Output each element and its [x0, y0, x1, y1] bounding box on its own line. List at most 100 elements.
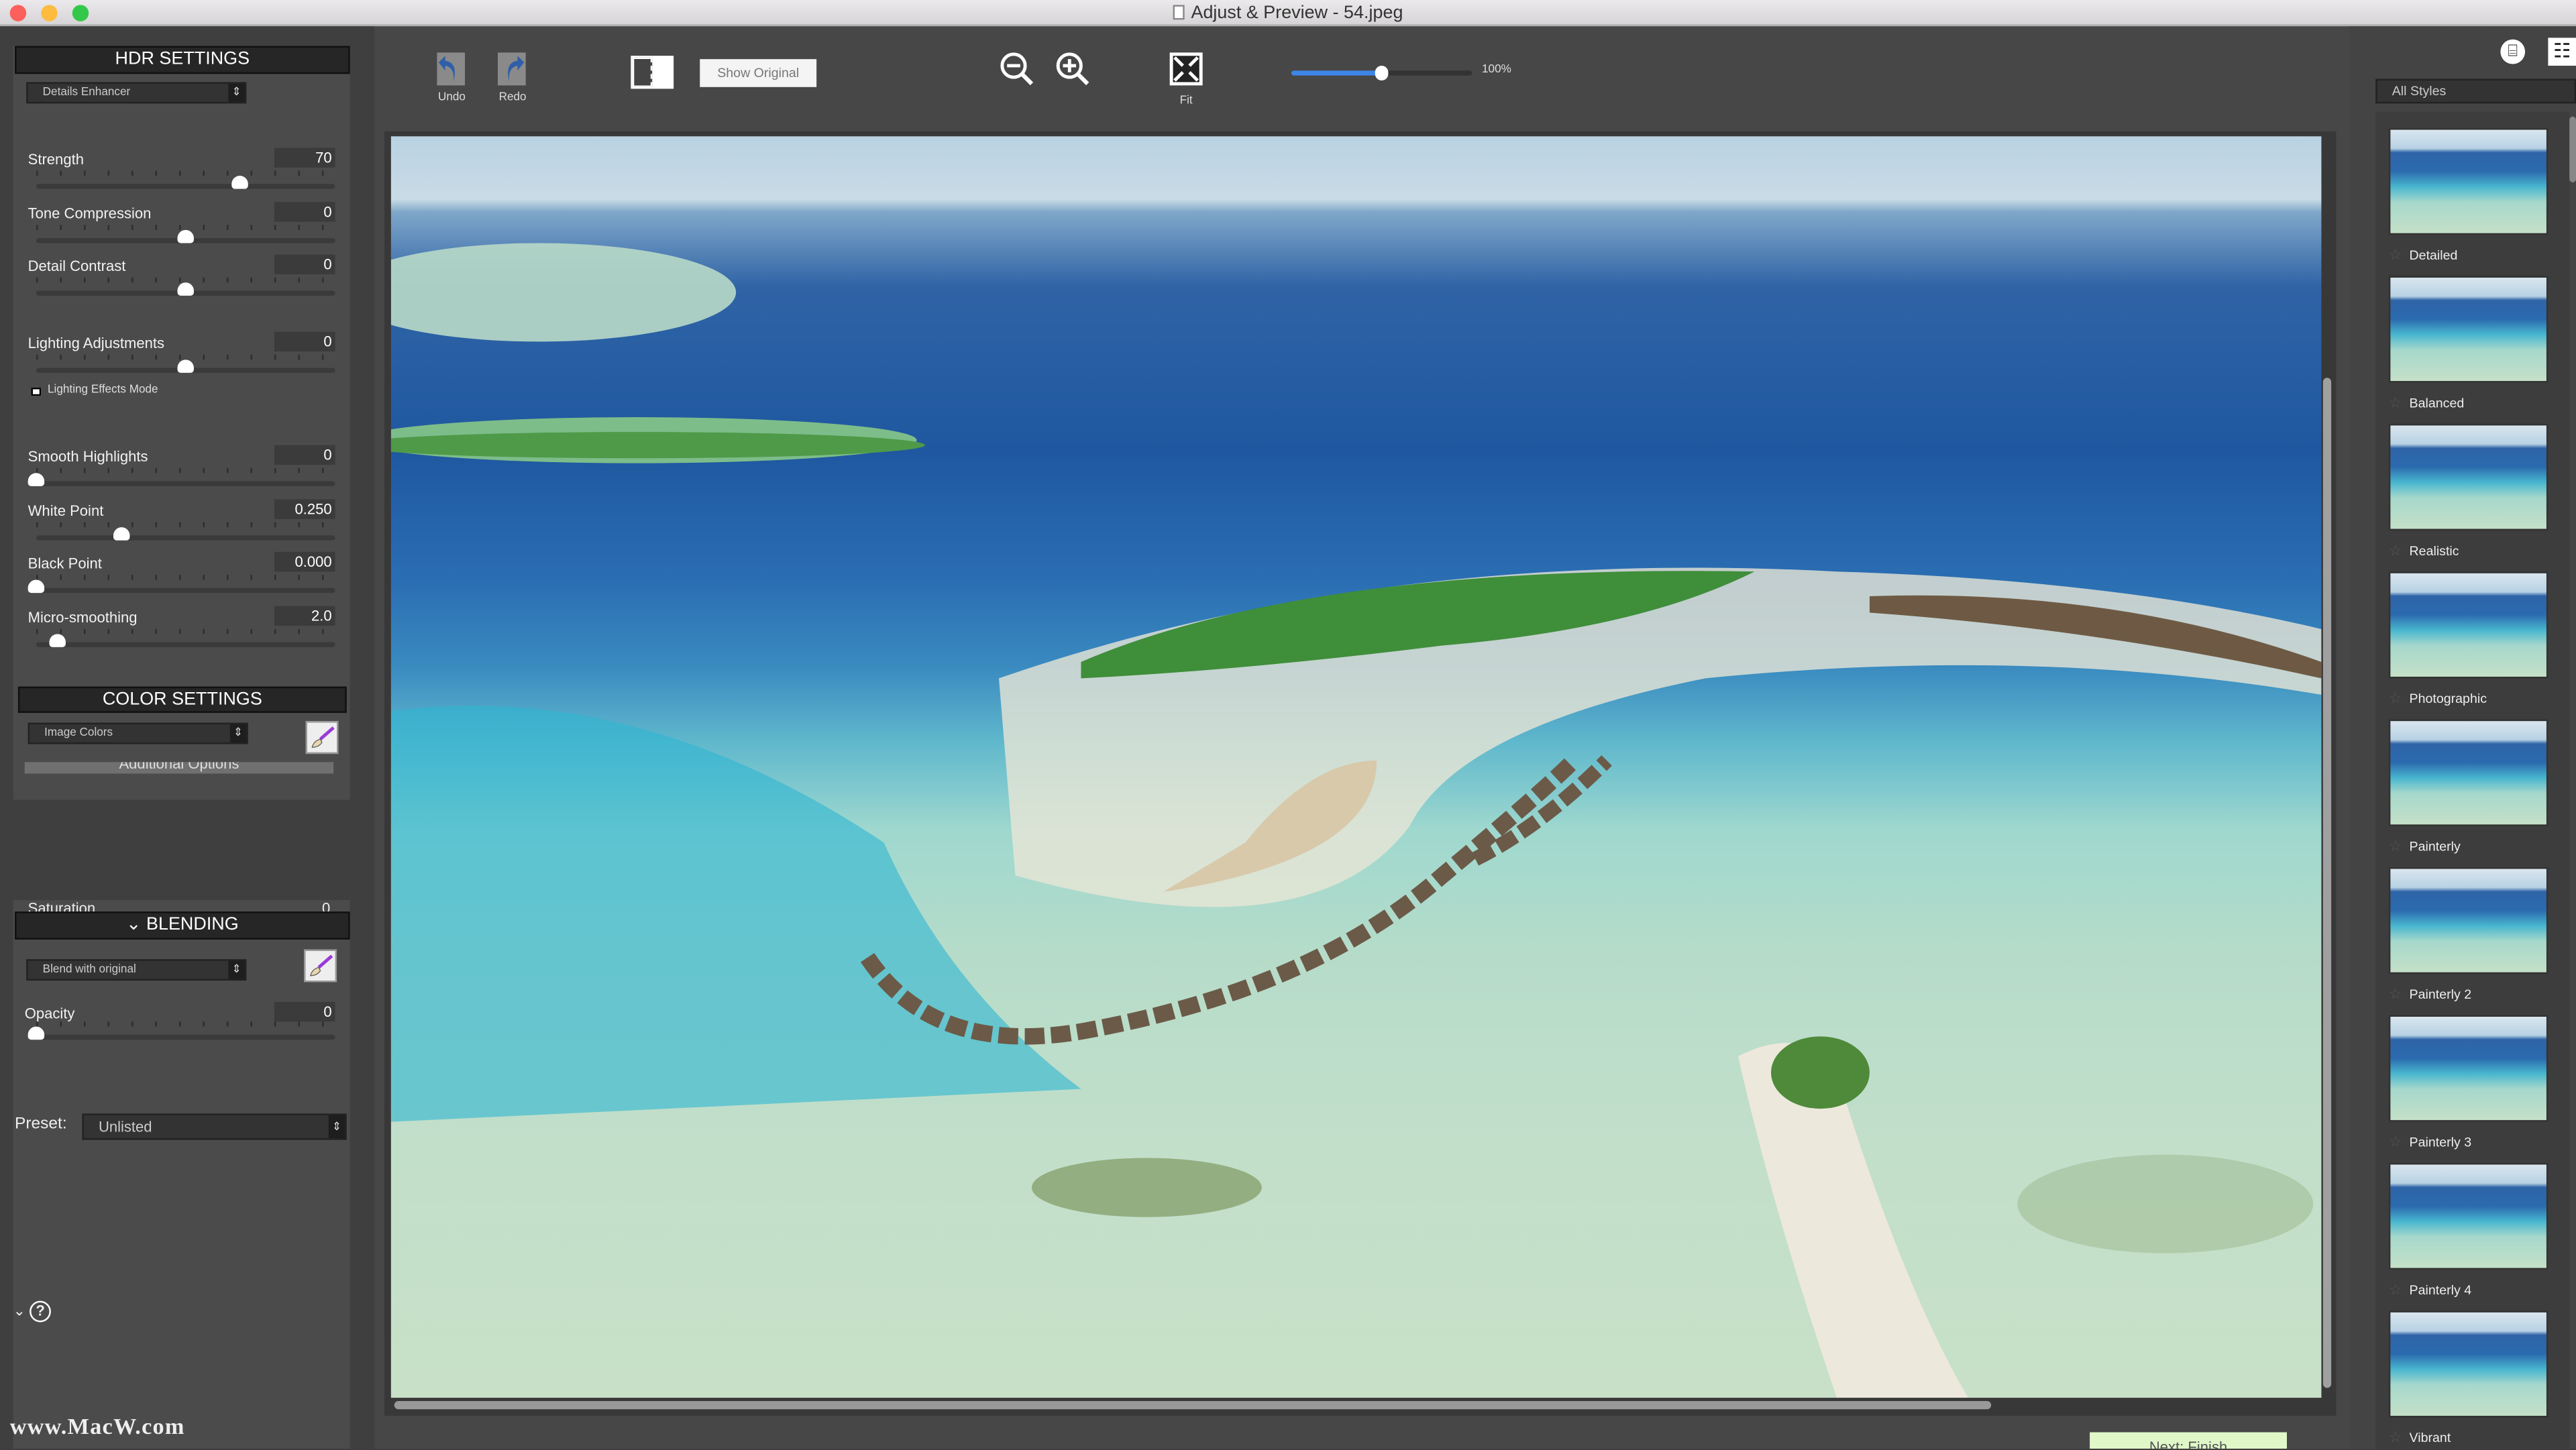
smooth-highlights-value[interactable]: 0 — [274, 445, 335, 465]
fit-button[interactable] — [1169, 52, 1203, 86]
chevron-down-icon: ⌄ — [125, 915, 146, 935]
strength-ticks — [36, 170, 335, 176]
style-item[interactable]: ☆ Painterly — [2388, 719, 2548, 859]
black-point-slider-thumb[interactable] — [28, 579, 45, 594]
redo-button[interactable] — [498, 52, 526, 86]
black-point-value[interactable]: 0.000 — [274, 551, 335, 572]
grid-view-icon[interactable]: ☷ — [2548, 38, 2576, 66]
white-point-value[interactable]: 0.250 — [274, 499, 335, 519]
zoom-window-button[interactable] — [72, 5, 89, 21]
micro-smoothing-value[interactable]: 2.0 — [274, 606, 335, 626]
hdr-method-select[interactable]: Details Enhancer ⇕ — [26, 82, 247, 104]
smooth-highlights-slider[interactable] — [36, 481, 335, 486]
zoom-out-button[interactable] — [999, 51, 1035, 95]
blend-mode-select[interactable]: Blend with original ⇕ — [26, 959, 247, 981]
lighting-effects-checkbox[interactable] — [31, 387, 42, 396]
style-name: Detailed — [2409, 247, 2458, 263]
strength-value[interactable]: 70 — [274, 148, 335, 168]
stepper-icon: ⇕ — [228, 83, 245, 102]
style-thumbnail[interactable] — [2388, 1015, 2548, 1122]
lighting-adjustments-value[interactable]: 0 — [274, 331, 335, 352]
micro-smoothing-slider[interactable] — [36, 642, 335, 647]
star-icon[interactable]: ☆ — [2389, 394, 2402, 410]
micro-smoothing-slider-thumb[interactable] — [48, 634, 66, 647]
star-icon[interactable]: ☆ — [2389, 985, 2402, 1001]
close-button[interactable] — [9, 5, 27, 21]
filmstrip-view-icon[interactable]: ⌸ — [2500, 39, 2526, 64]
star-icon[interactable]: ☆ — [2389, 1429, 2402, 1445]
style-item[interactable]: ☆ Painterly 2 — [2388, 867, 2548, 1007]
redo-icon — [508, 56, 525, 82]
style-thumbnail[interactable] — [2388, 571, 2548, 679]
blend-brush-button[interactable] — [304, 949, 337, 983]
help-toggle[interactable]: ⌄ ? — [13, 1300, 52, 1323]
styles-filter-select[interactable]: All Styles — [2375, 78, 2576, 104]
split-view-button[interactable] — [631, 56, 674, 89]
styles-scrollbar[interactable] — [2569, 116, 2576, 182]
black-point-slider[interactable] — [36, 588, 335, 594]
styles-list: ☆ Detailed ☆ Balanced ☆ Realistic ☆ Phot… — [2375, 111, 2570, 1450]
undo-button[interactable] — [437, 52, 466, 86]
star-icon[interactable]: ☆ — [2389, 1133, 2402, 1150]
show-original-button[interactable]: Show Original — [700, 59, 817, 87]
preset-select[interactable]: Unlisted ⇕ — [82, 1113, 347, 1140]
style-thumbnail[interactable] — [2388, 867, 2548, 974]
color-mode-select[interactable]: Image Colors ⇕ — [28, 722, 248, 744]
watermark: www.MacW.com — [9, 1416, 185, 1441]
vertical-scrollbar[interactable] — [2322, 378, 2332, 1388]
strength-slider[interactable] — [36, 184, 335, 189]
style-item[interactable]: ☆ Balanced — [2388, 276, 2548, 415]
style-item[interactable]: ☆ Painterly 4 — [2388, 1162, 2548, 1302]
style-thumbnail[interactable] — [2388, 276, 2548, 383]
help-icon[interactable]: ? — [30, 1300, 52, 1323]
style-item[interactable]: ☆ Photographic — [2388, 571, 2548, 711]
detail-contrast-value[interactable]: 0 — [274, 254, 335, 274]
style-item[interactable]: ☆ Painterly 3 — [2388, 1015, 2548, 1154]
white-point-label: White Point — [28, 502, 104, 519]
tone-compression-value[interactable]: 0 — [274, 202, 335, 222]
next-finish-button[interactable]: Next: Finish — [2090, 1432, 2288, 1449]
style-item[interactable]: ☆ Vibrant — [2388, 1310, 2548, 1450]
opacity-slider-thumb[interactable] — [28, 1026, 45, 1040]
white-point-slider[interactable] — [36, 535, 335, 541]
blending-header[interactable]: ⌄ BLENDING — [15, 911, 350, 940]
black-point-ticks — [36, 575, 335, 580]
zoom-slider[interactable] — [1291, 65, 1472, 81]
additional-options-toggle[interactable]: Additional Options — [24, 762, 334, 774]
app-window: Adjust & Preview - 54.jpeg HDR SETTINGS … — [0, 0, 2576, 1449]
strength-slider-thumb[interactable] — [231, 176, 248, 189]
chevron-down-icon: ⌄ — [13, 1302, 26, 1319]
opacity-slider[interactable] — [36, 1034, 335, 1040]
star-icon[interactable]: ☆ — [2389, 1281, 2402, 1297]
lighting-adjustments-slider-thumb[interactable] — [176, 359, 193, 373]
zoom-in-button[interactable] — [1055, 51, 1091, 95]
style-thumbnail[interactable] — [2388, 423, 2548, 531]
horizontal-scrollbar[interactable] — [394, 1400, 1992, 1410]
hdr-method-value: Details Enhancer — [42, 87, 131, 99]
micro-smoothing-label: Micro-smoothing — [28, 609, 138, 626]
star-icon[interactable]: ☆ — [2389, 246, 2402, 262]
style-name: Painterly 4 — [2409, 1282, 2472, 1298]
detail-contrast-slider-thumb[interactable] — [176, 282, 193, 296]
opacity-value[interactable]: 0 — [274, 1001, 335, 1022]
smooth-highlights-slider-thumb[interactable] — [28, 473, 45, 486]
micro-smoothing-ticks — [36, 628, 335, 634]
lighting-adjustments-label: Lighting Adjustments — [28, 335, 165, 352]
saturation-label: Saturation — [28, 900, 96, 912]
style-thumbnail[interactable] — [2388, 719, 2548, 826]
star-icon[interactable]: ☆ — [2389, 838, 2402, 854]
tone-compression-slider-thumb[interactable] — [176, 229, 193, 243]
star-icon[interactable]: ☆ — [2389, 690, 2402, 706]
style-item[interactable]: ☆ Detailed — [2388, 128, 2548, 268]
style-thumbnail[interactable] — [2388, 1310, 2548, 1418]
star-icon[interactable]: ☆ — [2389, 542, 2402, 558]
style-thumbnail[interactable] — [2388, 128, 2548, 235]
zoom-in-icon — [1056, 52, 1089, 86]
style-thumbnail[interactable] — [2388, 1162, 2548, 1270]
minimize-button[interactable] — [41, 5, 58, 21]
style-item[interactable]: ☆ Realistic — [2388, 423, 2548, 563]
color-brush-button[interactable] — [305, 721, 339, 755]
preset-label: Preset: — [15, 1115, 67, 1133]
white-point-ticks — [36, 522, 335, 528]
zoom-slider-thumb[interactable] — [1375, 65, 1389, 81]
